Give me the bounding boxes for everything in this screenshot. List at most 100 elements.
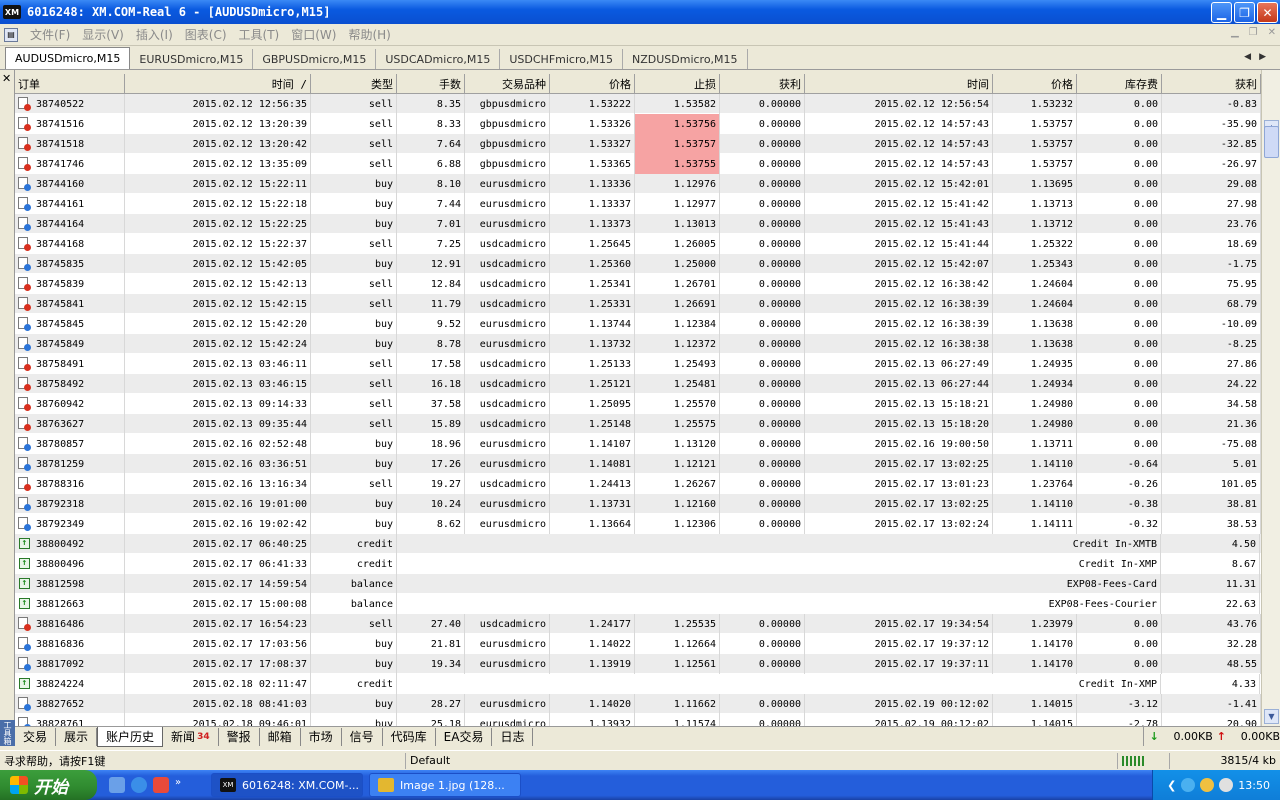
table-row[interactable]: 38745835 2015.02.12 15:42:05 buy 12.91 usdca… [15,254,1261,274]
order-cell: 38741746 [15,154,125,174]
menu-view[interactable]: 显示(V) [82,26,124,43]
arrow-left-icon[interactable]: ◀ [1244,52,1259,62]
col-close-time[interactable]: 时间 [805,74,993,94]
chart-tab-nzdusd[interactable]: NZDUSDmicro,M15 [623,49,748,69]
table-row[interactable]: 38758491 2015.02.13 03:46:11 sell 17.58 usdc… [15,354,1261,374]
table-row[interactable]: 38741516 2015.02.12 13:20:39 sell 8.33 gbpus… [15,114,1261,134]
table-row[interactable]: 38741518 2015.02.12 13:20:42 sell 7.64 gbpus… [15,134,1261,154]
table-row[interactable]: 38817092 2015.02.17 17:08:37 buy 19.34 eurus… [15,654,1261,674]
swap-cell: -0.32 [1077,514,1162,534]
table-row[interactable]: 38744168 2015.02.12 15:22:37 sell 7.25 usdca… [15,234,1261,254]
tab-trade[interactable]: 交易 [15,727,57,746]
col-type[interactable]: 类型 [311,74,397,94]
profit-cell: -0.83 [1162,94,1261,114]
tab-signals[interactable]: 信号 [342,727,383,746]
table-row[interactable]: 38741746 2015.02.12 13:35:09 sell 6.88 gbpus… [15,154,1261,174]
minimize-button[interactable]: ▁ [1211,2,1232,23]
col-profit[interactable]: 获利 [1162,74,1261,94]
col-open-time[interactable]: 时间 / [125,74,311,94]
mdi-minimize-icon[interactable]: ▁ [1231,27,1239,38]
tab-news-label: 新闻 [171,730,196,744]
chart-tab-audusd[interactable]: AUDUSDmicro,M15 [5,47,131,69]
task-mt4[interactable]: XM 6016248: XM.COM-... [211,773,363,797]
tab-alerts[interactable]: 警报 [219,727,260,746]
more-icon[interactable]: » [175,777,185,793]
ie-icon[interactable] [131,777,147,793]
mdi-close-icon[interactable]: ✕ [1268,27,1276,38]
tab-journal[interactable]: 日志 [492,727,534,746]
col-sl[interactable]: 止损 [635,74,720,94]
col-symbol[interactable]: 交易品种 [465,74,550,94]
table-row[interactable]: ↑ 38812663 2015.02.17 15:00:08 balance EXP08… [15,594,1261,614]
image-icon [378,778,394,792]
menu-tools[interactable]: 工具(T) [239,26,280,43]
task-image-viewer[interactable]: Image 1.jpg (128... [369,773,521,797]
tab-exposure[interactable]: 展示 [56,727,98,746]
table-row[interactable]: ↑ 38800492 2015.02.17 06:40:25 credit Credit… [15,534,1261,554]
tray-smiley-icon[interactable] [1200,778,1215,792]
table-row[interactable]: 38744161 2015.02.12 15:22:18 buy 7.44 eurusd… [15,194,1261,214]
table-row[interactable]: 38745841 2015.02.12 15:42:15 sell 11.79 usdc… [15,294,1261,314]
document-icon[interactable]: ▤ [4,27,18,42]
open-time-cell: 2015.02.12 15:42:13 [125,274,311,294]
table-row[interactable]: 38745839 2015.02.12 15:42:13 sell 12.84 usdc… [15,274,1261,294]
vertical-scrollbar[interactable]: ▲ ▼ [1261,70,1280,726]
menu-file[interactable]: 文件(F) [30,26,70,43]
col-order[interactable]: 订单 [15,74,125,94]
tp-cell: 0.00000 [720,174,805,194]
table-row[interactable]: 38792318 2015.02.16 19:01:00 buy 10.24 eurus… [15,494,1261,514]
table-row[interactable]: ↑ 38800496 2015.02.17 06:41:33 credit Credit… [15,554,1261,574]
table-row[interactable]: ↑ 38824224 2015.02.18 02:11:47 credit Credit… [15,674,1261,694]
mdi-restore-icon[interactable]: ❐ [1249,27,1258,38]
col-swap[interactable]: 库存费 [1077,74,1162,94]
table-row[interactable]: 38744164 2015.02.12 15:22:25 buy 7.01 eurusd… [15,214,1261,234]
table-row[interactable]: 38792349 2015.02.16 19:02:42 buy 8.62 eurusd… [15,514,1261,534]
close-terminal-icon[interactable]: ✕ [2,72,11,85]
col-close-price[interactable]: 价格 [993,74,1077,94]
tab-mailbox[interactable]: 邮箱 [260,727,301,746]
chart-tab-usdcad[interactable]: USDCADmicro,M15 [376,49,501,69]
table-row[interactable]: 38780857 2015.02.16 02:52:48 buy 18.96 eurus… [15,434,1261,454]
table-row[interactable]: 38816836 2015.02.17 17:03:56 buy 21.81 eurus… [15,634,1261,654]
chart-tab-eurusd[interactable]: EURUSDmicro,M15 [130,49,254,69]
tab-market[interactable]: 市场 [301,727,342,746]
table-row[interactable]: 38816486 2015.02.17 16:54:23 sell 27.40 usdc… [15,614,1261,634]
tray-arrow-icon[interactable]: ❮ [1167,779,1176,792]
tab-scroll-arrows[interactable]: ◀▶ [1244,52,1274,62]
tab-account-history[interactable]: 账户历史 [97,726,164,747]
table-row[interactable]: 38740522 2015.02.12 12:56:35 sell 8.35 gbpus… [15,94,1261,114]
table-row[interactable]: 38760942 2015.02.13 09:14:33 sell 37.58 usdc… [15,394,1261,414]
col-price[interactable]: 价格 [550,74,635,94]
table-row[interactable]: 38827652 2015.02.18 08:41:03 buy 28.27 eurus… [15,694,1261,714]
table-row[interactable]: 38744160 2015.02.12 15:22:11 buy 8.10 eurusd… [15,174,1261,194]
table-row[interactable]: 38828761 2015.02.18 09:46:01 buy 25.18 eurus… [15,714,1261,726]
tab-experts[interactable]: EA交易 [436,727,493,746]
menu-window[interactable]: 窗口(W) [291,26,336,43]
table-row[interactable]: 38763627 2015.02.13 09:35:44 sell 15.89 usdc… [15,414,1261,434]
tray-network-icon[interactable] [1181,778,1196,792]
menu-charts[interactable]: 图表(C) [185,26,227,43]
start-button[interactable]: 开始 [0,770,97,800]
chart-tab-gbpusd[interactable]: GBPUSDmicro,M15 [253,49,377,69]
tray-volume-icon[interactable] [1219,778,1234,792]
scroll-down-icon[interactable]: ▼ [1264,709,1279,724]
scroll-thumb[interactable] [1264,126,1279,158]
table-row[interactable]: 38788316 2015.02.16 13:16:34 sell 19.27 usdc… [15,474,1261,494]
close-button[interactable]: ✕ [1257,2,1278,23]
tab-code-base[interactable]: 代码库 [383,727,436,746]
shield-icon[interactable] [153,777,169,793]
table-row[interactable]: ↑ 38812598 2015.02.17 14:59:54 balance EXP08… [15,574,1261,594]
table-row[interactable]: 38781259 2015.02.16 03:36:51 buy 17.26 eurus… [15,454,1261,474]
col-tp[interactable]: 获利 [720,74,805,94]
desktop-icon[interactable] [109,777,125,793]
menu-help[interactable]: 帮助(H) [348,26,390,43]
tab-news[interactable]: 新闻 34 [163,727,219,746]
arrow-right-icon[interactable]: ▶ [1259,52,1274,62]
maximize-button[interactable]: ❐ [1234,2,1255,23]
table-row[interactable]: 38745849 2015.02.12 15:42:24 buy 8.78 eurusd… [15,334,1261,354]
menu-insert[interactable]: 插入(I) [136,26,173,43]
table-row[interactable]: 38758492 2015.02.13 03:46:15 sell 16.18 usdc… [15,374,1261,394]
chart-tab-usdchf[interactable]: USDCHFmicro,M15 [500,49,623,69]
table-row[interactable]: 38745845 2015.02.12 15:42:20 buy 9.52 eurusd… [15,314,1261,334]
col-volume[interactable]: 手数 [397,74,465,94]
